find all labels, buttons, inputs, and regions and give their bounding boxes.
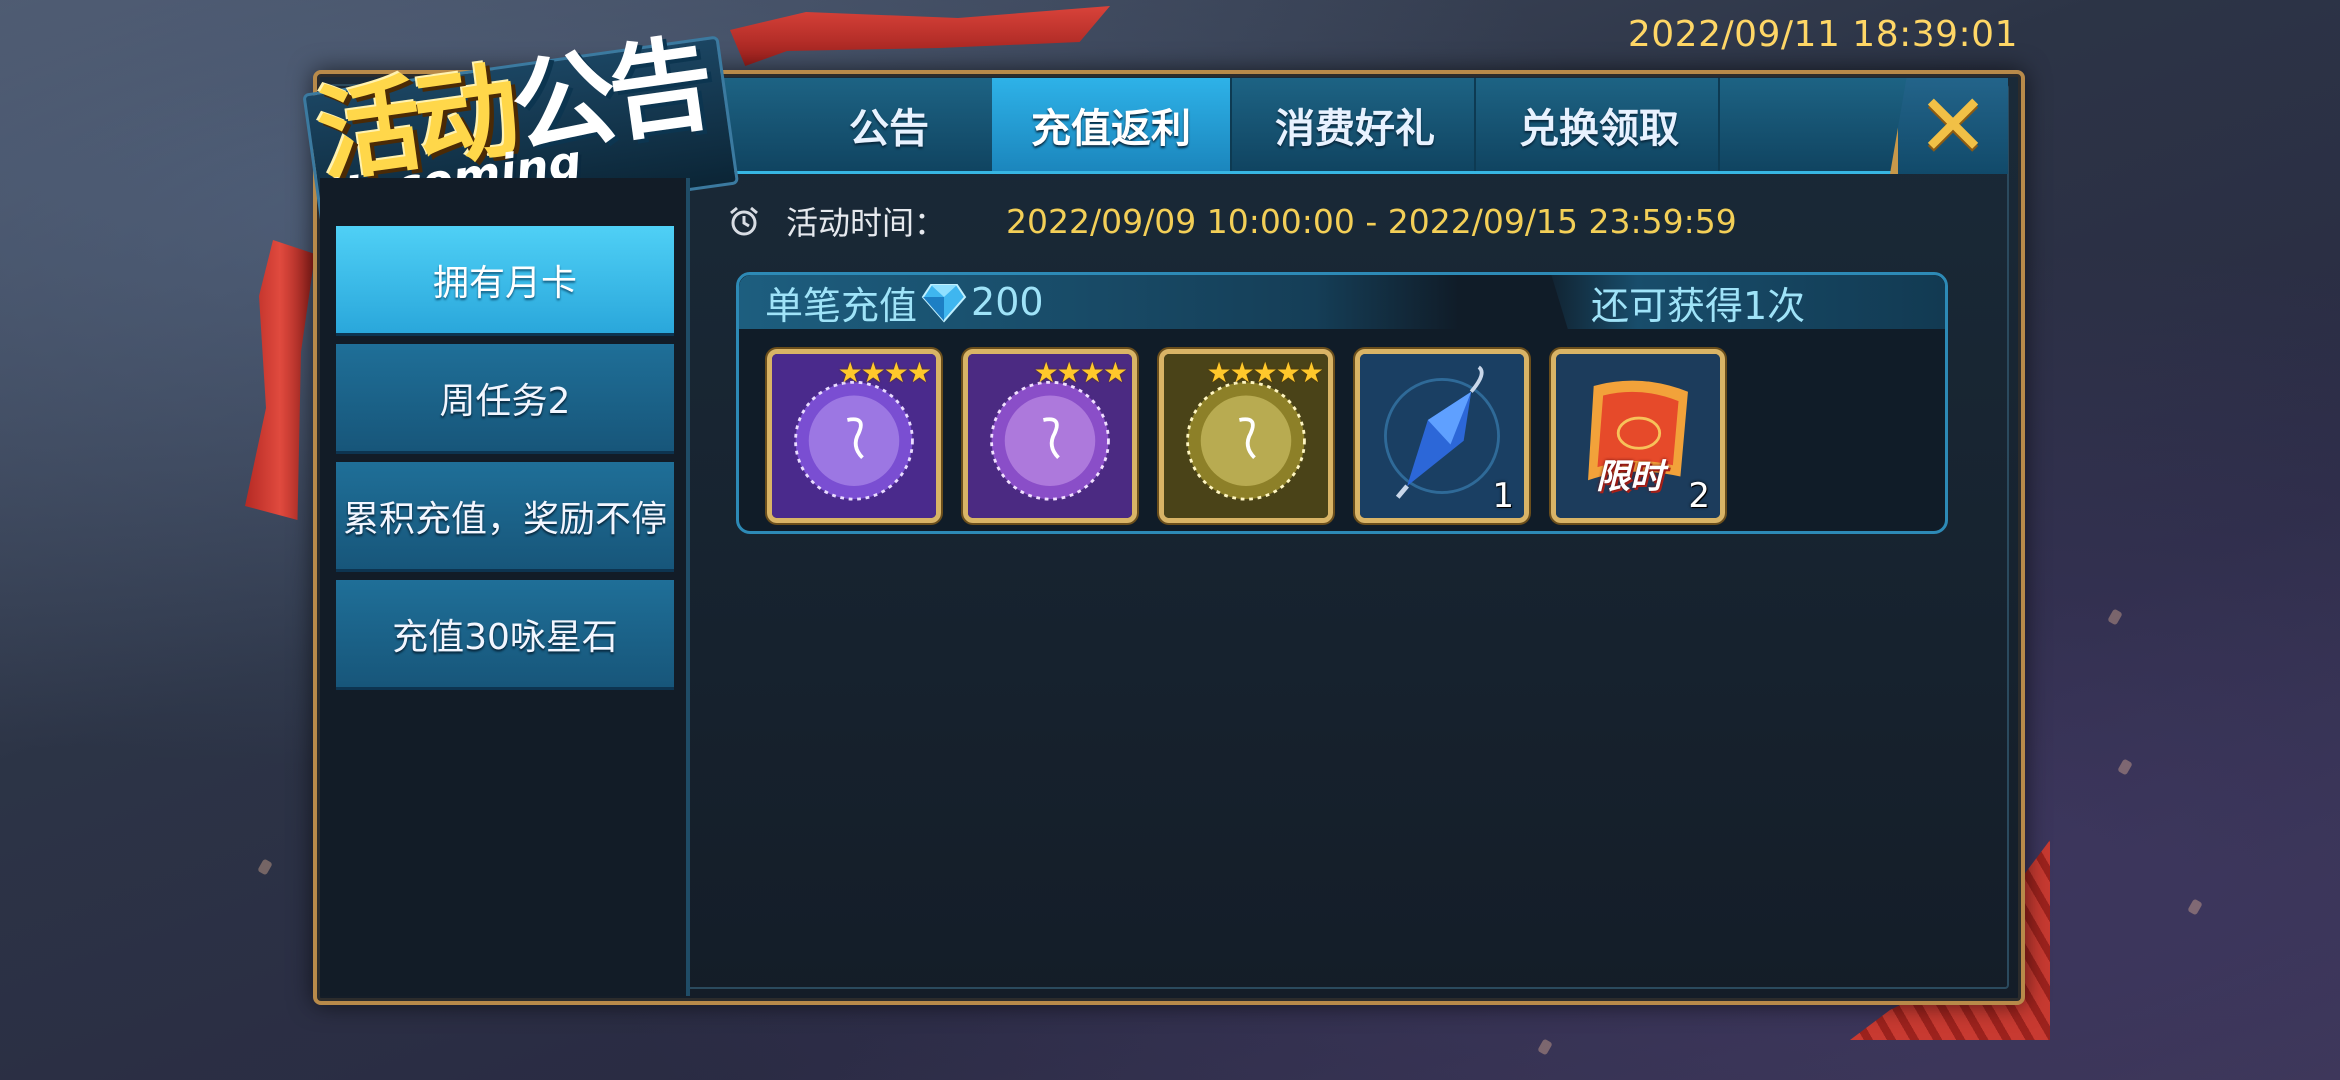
- gem-icon: [921, 284, 967, 323]
- alarm-clock-icon: [730, 206, 758, 236]
- star-icon: ★: [1275, 356, 1301, 389]
- star-icon: ★: [1056, 356, 1082, 389]
- decorative-ribbon: [245, 240, 315, 520]
- tab-spending-gift[interactable]: 消费好礼: [1236, 78, 1476, 171]
- star-icon: ★: [883, 356, 909, 389]
- reward-card: 单笔充值 200 还可获得1次 ★ ★ ★ ★ ★ ★ ★ ★ ★ ★ ★ ★ …: [736, 272, 1948, 534]
- background-spark: [257, 858, 273, 876]
- reward-header: 单笔充值 200: [739, 275, 1459, 329]
- item-count: 1: [1492, 476, 1514, 516]
- reward-item-purple-orb[interactable]: ★ ★ ★ ★: [963, 349, 1137, 523]
- event-time-range: 2022/09/09 10:00:00 - 2022/09/15 23:59:5…: [1006, 201, 1737, 241]
- decorative-ribbon: [730, 6, 1110, 66]
- star-icon: ★: [1252, 356, 1278, 389]
- reward-title: 单笔充值: [765, 283, 918, 328]
- background-spark: [1537, 1038, 1553, 1056]
- tab-bar: 公告 充值返利 消费好礼 兑换领取: [700, 78, 2008, 174]
- star-icon: ★: [1206, 356, 1232, 389]
- event-sidebar: 拥有月卡 周任务2 累积充值，奖励不停 充值30咏星石: [320, 178, 690, 996]
- star-icon: ★: [860, 356, 886, 389]
- sidebar-item-monthly-card[interactable]: 拥有月卡: [336, 226, 674, 336]
- limited-time-tag: 限时: [1596, 457, 1664, 497]
- event-time-label: 活动时间：: [786, 204, 947, 242]
- star-icon: ★: [1229, 356, 1255, 389]
- reward-item-gold-orb[interactable]: ★ ★ ★ ★ ★: [1159, 349, 1333, 523]
- reward-amount: 200: [971, 280, 1044, 324]
- event-time-row: 活动时间： 2022/09/09 10:00:00 - 2022/09/15 2…: [728, 196, 1737, 246]
- star-icon: ★: [906, 356, 932, 389]
- close-button[interactable]: ✕: [1890, 78, 2008, 174]
- rarity-stars: ★ ★ ★ ★ ★: [1206, 356, 1324, 389]
- tab-announcement[interactable]: 公告: [770, 78, 1010, 171]
- remaining-claims: 还可获得1次: [1551, 275, 1945, 329]
- rarity-stars: ★ ★ ★ ★: [837, 356, 932, 389]
- background-spark: [2187, 898, 2203, 916]
- star-icon: ★: [1102, 356, 1128, 389]
- reward-item-umbrella[interactable]: 1: [1355, 349, 1529, 523]
- rarity-stars: ★ ★ ★ ★: [1033, 356, 1128, 389]
- close-icon: ✕: [1916, 76, 1990, 176]
- sidebar-item-weekly-task[interactable]: 周任务2: [336, 344, 674, 454]
- tab-redeem[interactable]: 兑换领取: [1480, 78, 1720, 171]
- item-count: 2: [1688, 476, 1710, 516]
- reward-item-purple-orb[interactable]: ★ ★ ★ ★: [767, 349, 941, 523]
- background-spark: [2107, 608, 2123, 626]
- sidebar-item-recharge-30[interactable]: 充值30咏星石: [336, 580, 674, 690]
- star-icon: ★: [1033, 356, 1059, 389]
- tab-recharge-rebate[interactable]: 充值返利: [992, 78, 1232, 171]
- sidebar-item-cumulative-recharge[interactable]: 累积充值，奖励不停: [336, 462, 674, 572]
- star-icon: ★: [1298, 356, 1324, 389]
- reward-item-limited-scroll[interactable]: 限时 2: [1551, 349, 1725, 523]
- status-datetime: 2022/09/11 18:39:01: [1627, 14, 2018, 55]
- star-icon: ★: [1079, 356, 1105, 389]
- background-spark: [2117, 758, 2133, 776]
- star-icon: ★: [837, 356, 863, 389]
